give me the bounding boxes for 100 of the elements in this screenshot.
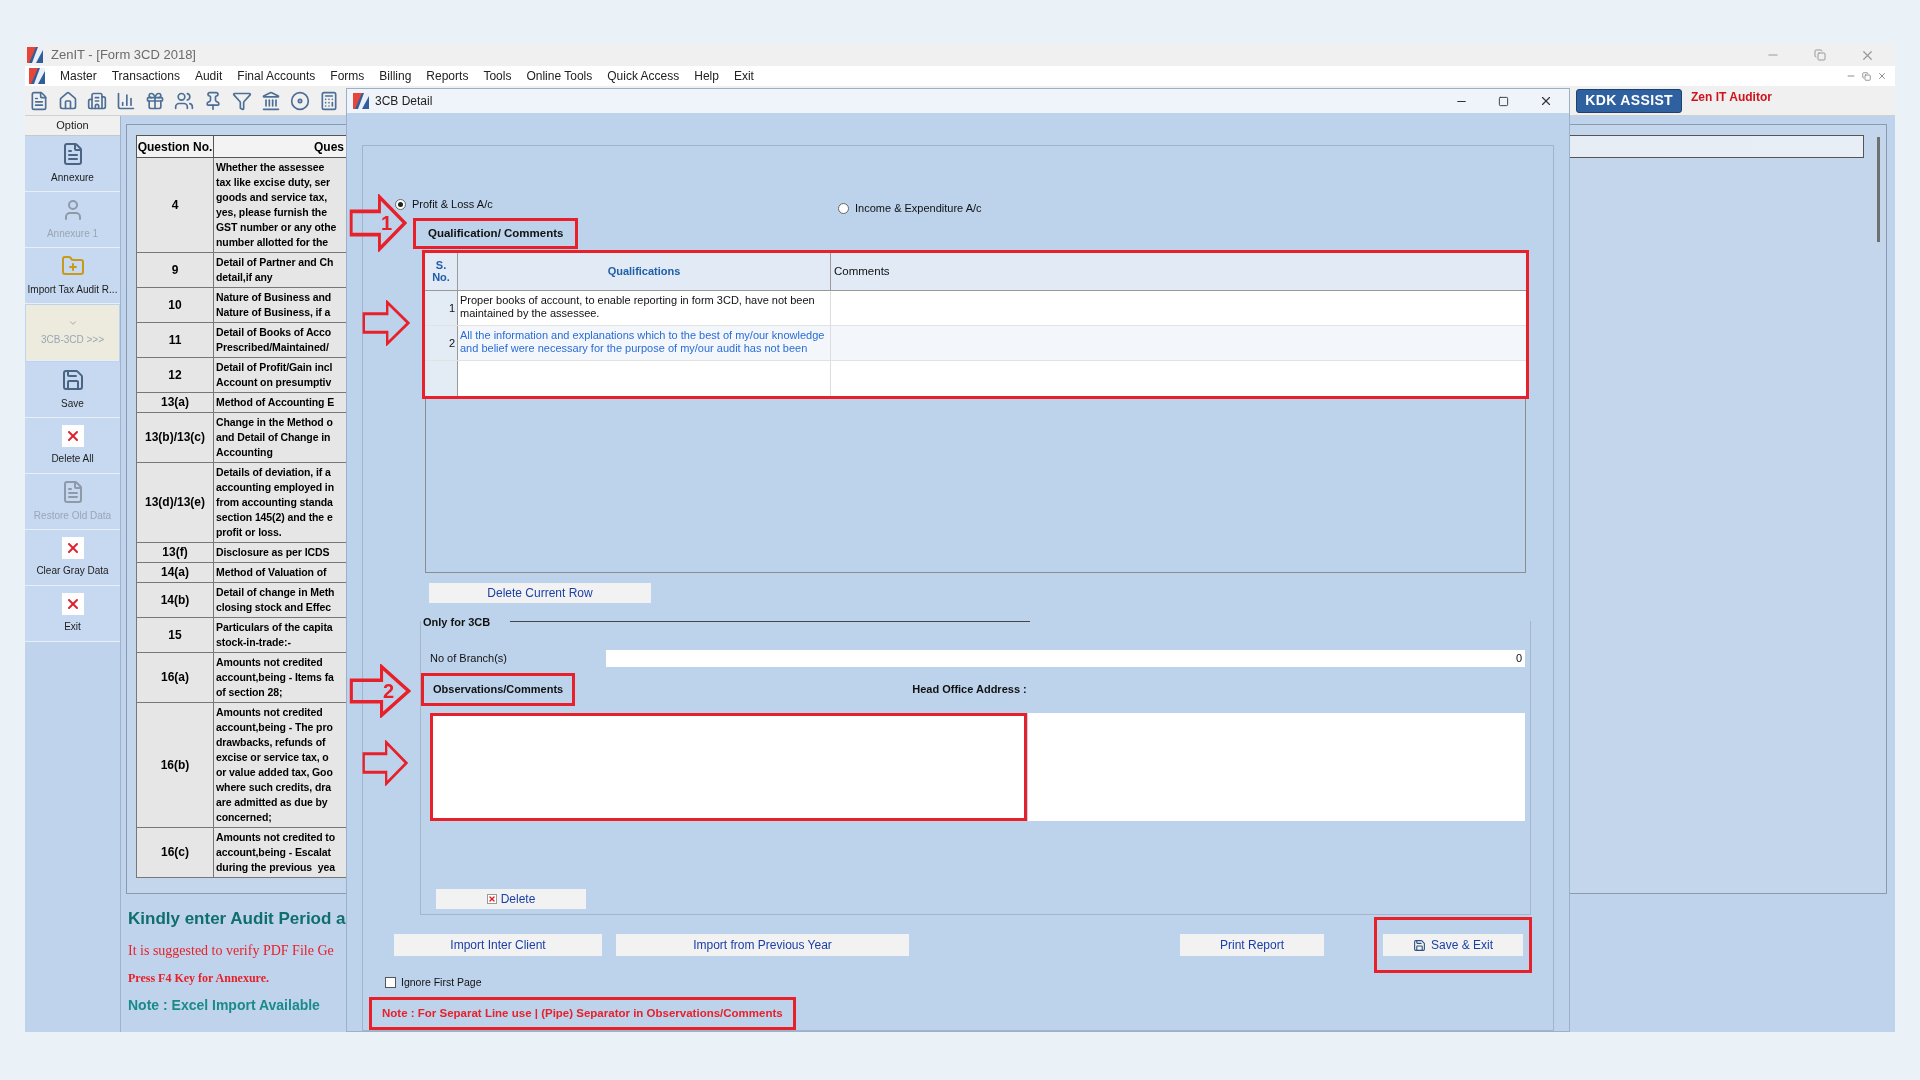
table-cell: 15 — [136, 618, 214, 653]
menu-item[interactable]: Tools — [483, 67, 512, 85]
column-header: S. No. — [425, 252, 458, 290]
table-cell: Disclosure as per ICDS — [214, 543, 347, 563]
menu-item[interactable]: Audit — [194, 67, 223, 85]
table-cell: Change in the Method o and Detail of Change in Accounting — [214, 413, 347, 463]
sidebar-item[interactable]: Clear Gray Data — [25, 530, 120, 586]
sidebar-item[interactable]: Delete All — [25, 418, 120, 474]
maximize-icon[interactable] — [1498, 95, 1509, 107]
gift-icon[interactable] — [145, 90, 165, 111]
bank-icon[interactable] — [261, 90, 281, 111]
menu-item[interactable]: Billing — [379, 67, 412, 85]
sidebar-item[interactable]: Save — [25, 362, 120, 418]
section-label: Observations/Comments — [421, 673, 576, 706]
annotation-arrow — [349, 194, 407, 252]
grid-row[interactable]: 1 Proper books of account, to enable reporting in form 3CD, have not been maintained by the assessee. — [425, 290, 1526, 326]
notice-text: Note : Excel Import Available — [128, 995, 320, 1015]
radio-option[interactable]: Income & Expenditure A/c — [838, 200, 982, 217]
table-cell: 16(c) — [136, 828, 214, 878]
table-cell: Detail of change in Meth closing stock and Effec — [214, 583, 347, 618]
table-cell: 10 — [136, 288, 214, 323]
table-cell: 13(d)/13(e) — [136, 463, 214, 543]
close-icon — [486, 893, 497, 904]
sidebar-item[interactable]: Annexure — [25, 136, 120, 192]
text-area[interactable] — [430, 712, 1027, 821]
action-button[interactable]: Print Report — [1180, 934, 1324, 956]
people-icon[interactable] — [174, 90, 194, 111]
delete-row-button[interactable]: Delete Current Row — [429, 582, 651, 603]
close-icon — [61, 593, 84, 615]
calculator-icon[interactable] — [319, 90, 339, 111]
field-label: Head Office Address : — [912, 682, 1027, 698]
notice-text: Kindly enter Audit Period a — [128, 908, 346, 930]
field-label: No of Branch(s) — [429, 651, 509, 667]
menu-item[interactable]: Online Tools — [526, 67, 593, 85]
sidebar-item[interactable]: Import Tax Audit R... — [25, 248, 120, 304]
menu-item[interactable]: Exit — [733, 67, 754, 85]
notice-text: Press F4 Key for Annexure. — [128, 969, 269, 987]
column-header: Qualifications — [458, 252, 831, 290]
close-icon — [61, 425, 84, 447]
table-cell: 11 — [136, 323, 214, 358]
close-icon — [61, 537, 84, 559]
kdk-assist-button[interactable]: KDK ASSIST — [1576, 88, 1682, 113]
table-cell: 12 — [136, 358, 214, 393]
input-field[interactable]: 0 — [606, 650, 1525, 668]
menu-item[interactable]: Transactions — [111, 67, 180, 85]
table-cell: 13(b)/13(c) — [136, 413, 214, 463]
pin-icon[interactable] — [203, 90, 223, 111]
note-text: Note : For Separat Line use | (Pipe) Separator in Observations/Comments — [369, 996, 796, 1030]
column-header: Ques — [214, 135, 347, 158]
building-icon[interactable] — [87, 90, 107, 111]
sidebar-item[interactable]: Exit — [25, 586, 120, 642]
table-cell: Particulars of the capita stock-in-trade:- — [214, 618, 347, 653]
menu-item[interactable]: Reports — [426, 67, 469, 85]
table-cell: 16(b) — [136, 703, 214, 828]
step-number: 2 — [383, 681, 395, 701]
menu-item[interactable]: Quick Access — [607, 67, 680, 85]
menu-item[interactable]: Master — [60, 67, 97, 85]
annotation-arrow — [362, 740, 408, 786]
table-cell: Method of Accounting E — [214, 393, 347, 413]
menu-item[interactable]: Final Accounts — [237, 67, 316, 85]
table-cell: 1 — [425, 290, 458, 325]
filter-icon[interactable] — [232, 90, 252, 111]
delete-button[interactable]: Delete — [436, 888, 586, 909]
dialog-title: 3CB Detail — [375, 93, 433, 110]
menu-item[interactable]: Forms — [330, 67, 365, 85]
notice-text: It is suggested to verify PDF File Ge — [128, 941, 334, 960]
table-cell: Whether the assessee tax like excise duty, ser goods and service tax, yes, please furnish the GST number or any othe number allotted for the — [214, 158, 347, 253]
column-header: Question No. — [136, 135, 214, 158]
table-cell: Amounts not credited account,being - Items fa of section 28; — [214, 653, 347, 703]
checkbox[interactable]: Ignore First Page — [363, 975, 1553, 991]
home-icon[interactable] — [58, 90, 78, 111]
table-cell: Proper books of account, to enable reporting in form 3CD, have not been maintained by the assessee. — [458, 290, 831, 325]
table-cell: 13(a) — [136, 393, 214, 413]
table-cell: Detail of Partner and Ch detail,if any — [214, 253, 347, 288]
table-cell: Nature of Business and Nature of Business, if a — [214, 288, 347, 323]
disc-icon[interactable] — [290, 90, 310, 111]
save-exit-button[interactable]: Save & Exit — [1383, 934, 1523, 956]
save-icon — [60, 368, 85, 392]
annotation-arrow — [349, 664, 411, 718]
window-title: ZenIT - [Form 3CD 2018] — [51, 46, 196, 65]
document-icon[interactable] — [29, 90, 49, 111]
close-icon[interactable] — [1539, 94, 1553, 108]
table-cell: Amounts not credited account,being - The pro drawbacks, refunds of excise or service tax, o or value added tax, Goo where such credits, dra are admitted as due by concerned; — [214, 703, 347, 828]
column-header: Comments — [833, 263, 891, 279]
table-cell: 13(f) — [136, 543, 214, 563]
action-button[interactable]: Import Inter Client — [394, 934, 602, 956]
save-icon — [1413, 938, 1426, 952]
table-cell: 14(b) — [136, 583, 214, 618]
grid-row[interactable]: 2 All the information and explanations which to the best of my/our knowledge and belief were necessary for the purpose of my/our audit has not been — [425, 325, 1526, 361]
bar-chart-icon[interactable] — [116, 90, 136, 111]
app-logo-icon — [27, 47, 43, 63]
folder-icon — [60, 254, 85, 278]
sidebar-header: Option — [25, 116, 120, 136]
action-button[interactable]: Import from Previous Year — [616, 934, 909, 956]
table-cell: Method of Valuation of — [214, 563, 347, 583]
table-cell: Amounts not credited to account,being - Escalat during the previous yea — [214, 828, 347, 878]
caret-icon — [67, 318, 78, 328]
table-cell: 16(a) — [136, 653, 214, 703]
menu-item[interactable]: Help — [694, 67, 719, 85]
table-cell: 4 — [136, 158, 214, 253]
